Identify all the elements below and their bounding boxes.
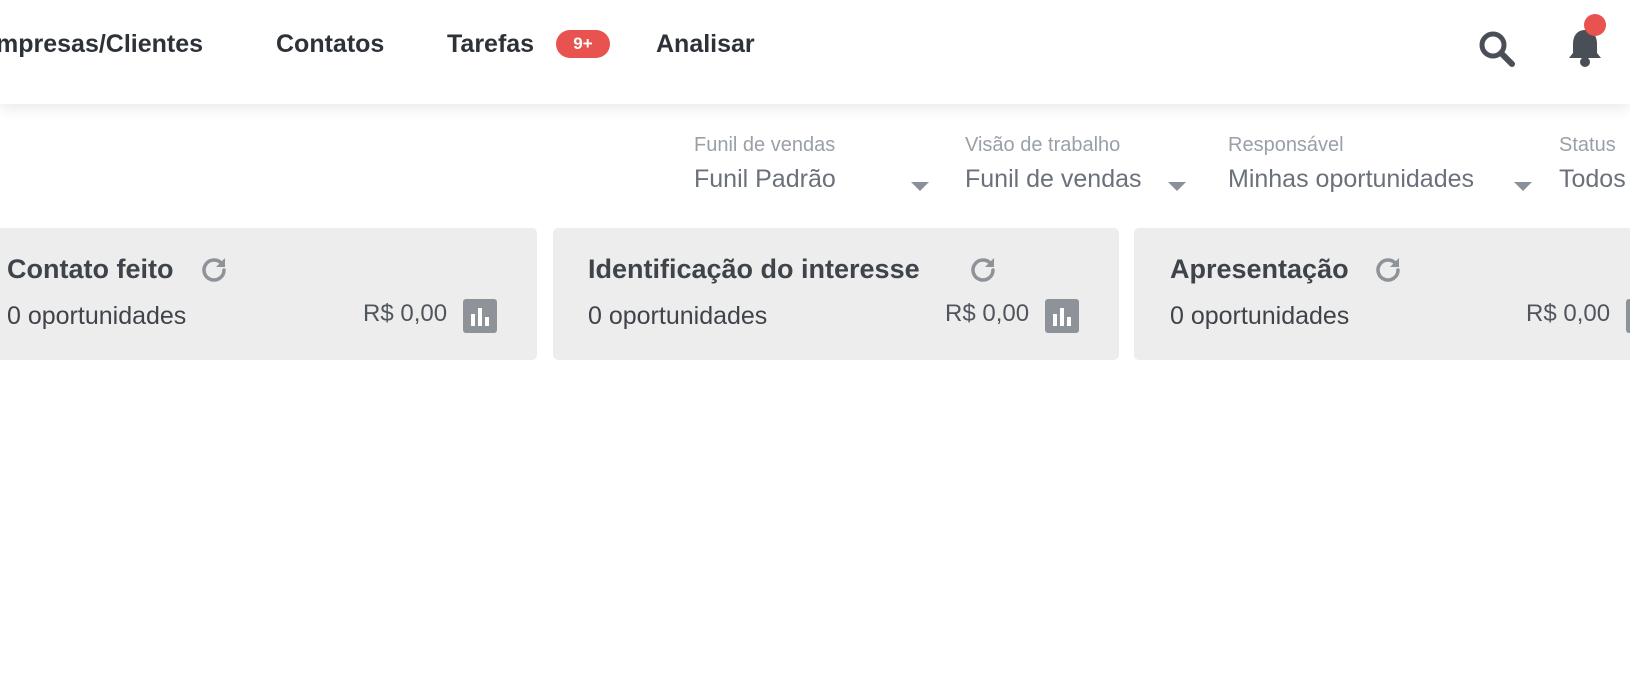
chevron-down-icon[interactable]: [1514, 182, 1532, 191]
filter-status[interactable]: Status Todos: [1559, 134, 1626, 194]
nav-item-analisar[interactable]: Analisar: [656, 30, 755, 59]
filter-label: Status: [1559, 134, 1616, 156]
filter-value: Minhas oportunidades: [1228, 165, 1474, 193]
bar-chart-icon[interactable]: [463, 299, 497, 333]
tasks-count-badge: 9+: [556, 30, 610, 58]
stage-title: Apresentação: [1170, 254, 1349, 284]
bar-chart-icon[interactable]: [1045, 299, 1079, 333]
refresh-icon[interactable]: [969, 255, 997, 283]
stage-value: R$ 0,00: [1526, 300, 1611, 327]
filter-label: Visão de trabalho: [965, 134, 1121, 156]
filter-value: Todos: [1559, 165, 1626, 193]
filter-visao-de-trabalho[interactable]: Visão de trabalho Funil de vendas: [965, 134, 1142, 194]
stage-count: 0 oportunidades: [7, 302, 187, 330]
stage-card-identificacao-do-interesse: Identificação do interesse 0 oportunidad…: [553, 228, 1119, 360]
filter-funil-de-vendas[interactable]: Funil de vendas Funil Padrão: [694, 134, 836, 194]
filter-value: Funil de vendas: [965, 165, 1142, 193]
refresh-icon[interactable]: [200, 255, 228, 283]
filter-label: Responsável: [1228, 134, 1344, 156]
filter-label: Funil de vendas: [694, 134, 836, 156]
top-navbar: mpresas/Clientes Contatos Tarefas 9+ Ana…: [0, 0, 1630, 104]
notification-dot: [1584, 14, 1606, 36]
nav-item-contatos[interactable]: Contatos: [276, 30, 384, 59]
chevron-down-icon[interactable]: [911, 182, 929, 191]
stage-card-contato-feito: Contato feito 0 oportunidades R$ 0,00: [0, 228, 537, 360]
stage-card-apresentacao: Apresentação 0 oportunidades R$ 0,00: [1134, 228, 1630, 360]
stage-count: 0 oportunidades: [588, 302, 768, 330]
chevron-down-icon[interactable]: [1168, 182, 1186, 191]
stage-count: 0 oportunidades: [1170, 302, 1350, 330]
nav-item-tarefas[interactable]: Tarefas: [447, 30, 534, 59]
refresh-icon[interactable]: [1374, 255, 1402, 283]
nav-item-empresas-clientes[interactable]: mpresas/Clientes: [0, 30, 203, 59]
stage-value: R$ 0,00: [945, 300, 1030, 327]
stage-title: Contato feito: [7, 254, 174, 284]
filter-value: Funil Padrão: [694, 165, 836, 193]
bar-chart-icon[interactable]: [1626, 299, 1630, 333]
filter-responsavel[interactable]: Responsável Minhas oportunidades: [1228, 134, 1474, 194]
stage-title: Identificação do interesse: [588, 254, 920, 284]
search-icon[interactable]: [1478, 30, 1516, 68]
stage-value: R$ 0,00: [363, 300, 448, 327]
